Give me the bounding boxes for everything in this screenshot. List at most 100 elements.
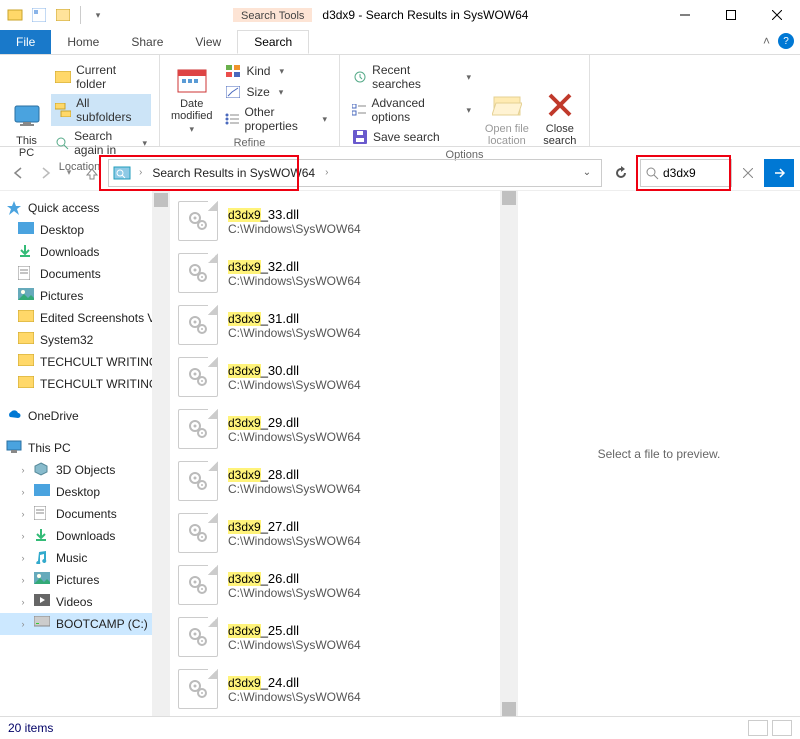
address-bar[interactable]: › Search Results in SysWOW64 › ⌄ — [108, 159, 602, 187]
properties-icon[interactable] — [30, 6, 48, 24]
sidebar-item-desktop[interactable]: Desktop📌 — [0, 219, 170, 241]
result-row[interactable]: d3dx9_31.dll C:\Windows\SysWOW64 — [170, 299, 500, 351]
expand-icon[interactable]: › — [18, 619, 28, 629]
address-segment[interactable]: Search Results in SysWOW64 — [146, 166, 321, 180]
onedrive-node[interactable]: OneDrive — [0, 405, 170, 427]
large-icons-view-button[interactable] — [772, 720, 792, 736]
recent-locations-button[interactable]: ▾ — [62, 161, 76, 185]
result-row[interactable]: d3dx9_28.dll C:\Windows\SysWOW64 — [170, 455, 500, 507]
search-again-option[interactable]: Search again in▾ — [51, 127, 151, 159]
sidebar-item[interactable]: Edited Screenshots V — [0, 307, 170, 329]
search-go-button[interactable] — [764, 159, 794, 187]
up-button[interactable] — [80, 161, 104, 185]
expand-icon[interactable]: › — [18, 597, 28, 607]
result-filename: d3dx9_31.dll — [228, 311, 361, 326]
expand-icon[interactable]: › — [18, 575, 28, 585]
contextual-tab-group: Search Tools — [233, 8, 312, 22]
sidebar-item[interactable]: System32 — [0, 329, 170, 351]
sidebar-item[interactable]: ›Documents — [0, 503, 170, 525]
save-icon — [352, 129, 368, 145]
sidebar-item-label: Documents — [40, 267, 101, 281]
tab-file[interactable]: File — [0, 30, 51, 54]
help-icon[interactable]: ? — [778, 33, 794, 49]
result-row[interactable]: d3dx9_32.dll C:\Windows\SysWOW64 — [170, 247, 500, 299]
folder-open-icon — [491, 89, 523, 121]
sidebar-item-label: TECHCULT WRITING — [40, 377, 158, 391]
folder-icon — [34, 572, 50, 588]
ribbon: This PC Current folder All subfolders Se… — [0, 55, 800, 147]
forward-button[interactable] — [34, 161, 58, 185]
all-subfolders-option[interactable]: All subfolders — [51, 94, 151, 126]
tab-search[interactable]: Search — [237, 30, 309, 54]
result-row[interactable]: d3dx9_29.dll C:\Windows\SysWOW64 — [170, 403, 500, 455]
details-view-button[interactable] — [748, 720, 768, 736]
sidebar-item-downloads[interactable]: Downloads📌 — [0, 241, 170, 263]
sidebar-item[interactable]: ›Downloads — [0, 525, 170, 547]
this-pc-button[interactable]: This PC — [8, 59, 45, 159]
result-row[interactable]: d3dx9_25.dll C:\Windows\SysWOW64 — [170, 611, 500, 663]
sidebar-item[interactable]: ›Pictures — [0, 569, 170, 591]
expand-icon[interactable]: › — [18, 487, 28, 497]
minimize-button[interactable] — [662, 0, 708, 30]
sidebar-item[interactable]: › Desktop — [0, 481, 170, 503]
advanced-options-option[interactable]: Advanced options▾ — [348, 94, 475, 126]
recent-searches-option[interactable]: Recent searches▾ — [348, 61, 475, 93]
sidebar-item[interactable]: ›BOOTCAMP (C:) — [0, 613, 170, 635]
chevron-right-icon[interactable]: › — [321, 167, 332, 178]
collapse-ribbon-icon[interactable]: ˄ — [763, 34, 770, 48]
folder-icon — [18, 288, 34, 304]
sidebar-item[interactable]: ›3D Objects — [0, 459, 170, 481]
close-button[interactable] — [754, 0, 800, 30]
kind-option[interactable]: Kind▾ — [221, 61, 331, 81]
search-box[interactable] — [640, 159, 732, 187]
clear-search-button[interactable] — [736, 160, 760, 186]
this-pc-node[interactable]: This PC — [0, 437, 170, 459]
kind-icon — [225, 63, 241, 79]
tab-view[interactable]: View — [179, 30, 237, 54]
result-row[interactable]: d3dx9_27.dll C:\Windows\SysWOW64 — [170, 507, 500, 559]
expand-icon[interactable]: › — [18, 531, 28, 541]
sidebar-item-pictures[interactable]: Pictures📌 — [0, 285, 170, 307]
sidebar-item-documents[interactable]: Documents📌 — [0, 263, 170, 285]
expand-icon[interactable]: › — [18, 509, 28, 519]
folder-icon — [18, 266, 34, 282]
result-row[interactable]: d3dx9_30.dll C:\Windows\SysWOW64 — [170, 351, 500, 403]
result-row[interactable]: d3dx9_26.dll C:\Windows\SysWOW64 — [170, 559, 500, 611]
monitor-icon — [11, 101, 43, 133]
sidebar-scrollbar[interactable] — [152, 191, 170, 716]
maximize-button[interactable] — [708, 0, 754, 30]
refresh-button[interactable] — [606, 159, 636, 187]
expand-icon[interactable]: › — [18, 465, 28, 475]
save-search-option[interactable]: Save search — [348, 127, 475, 147]
current-folder-option[interactable]: Current folder — [51, 61, 151, 93]
result-row[interactable]: d3dx9_24.dll C:\Windows\SysWOW64 — [170, 663, 500, 715]
qat-dropdown-icon[interactable]: ▾ — [89, 6, 107, 24]
sidebar-item[interactable]: TECHCULT WRITING — [0, 351, 170, 373]
quick-access-node[interactable]: Quick access — [0, 197, 170, 219]
result-filename: d3dx9_27.dll — [228, 519, 361, 534]
other-properties-option[interactable]: Other properties▾ — [221, 103, 331, 135]
list-scrollbar[interactable] — [500, 191, 518, 716]
result-filename: d3dx9_30.dll — [228, 363, 361, 378]
sidebar-item-label: TECHCULT WRITING — [40, 355, 158, 369]
chevron-right-icon[interactable]: › — [135, 167, 146, 178]
result-row[interactable]: d3dx9_33.dll C:\Windows\SysWOW64 — [170, 195, 500, 247]
close-search-button[interactable]: Close search — [539, 59, 581, 147]
size-option[interactable]: Size▾ — [221, 82, 331, 102]
search-icon — [645, 166, 659, 180]
date-modified-button[interactable]: Date modified▾ — [168, 59, 215, 135]
back-button[interactable] — [6, 161, 30, 185]
preview-pane: Select a file to preview. — [518, 191, 800, 716]
sidebar-item-label: Desktop — [56, 485, 100, 499]
sidebar-item[interactable]: ›Music — [0, 547, 170, 569]
expand-icon[interactable]: › — [18, 553, 28, 563]
result-path: C:\Windows\SysWOW64 — [228, 430, 361, 444]
folder-icon — [34, 594, 50, 610]
result-filename: d3dx9_32.dll — [228, 259, 361, 274]
tab-home[interactable]: Home — [51, 30, 115, 54]
sidebar-item[interactable]: ›Videos — [0, 591, 170, 613]
address-dropdown-button[interactable]: ⌄ — [573, 160, 601, 186]
tab-share[interactable]: Share — [115, 30, 179, 54]
new-folder-icon[interactable] — [54, 6, 72, 24]
sidebar-item[interactable]: TECHCULT WRITING — [0, 373, 170, 395]
